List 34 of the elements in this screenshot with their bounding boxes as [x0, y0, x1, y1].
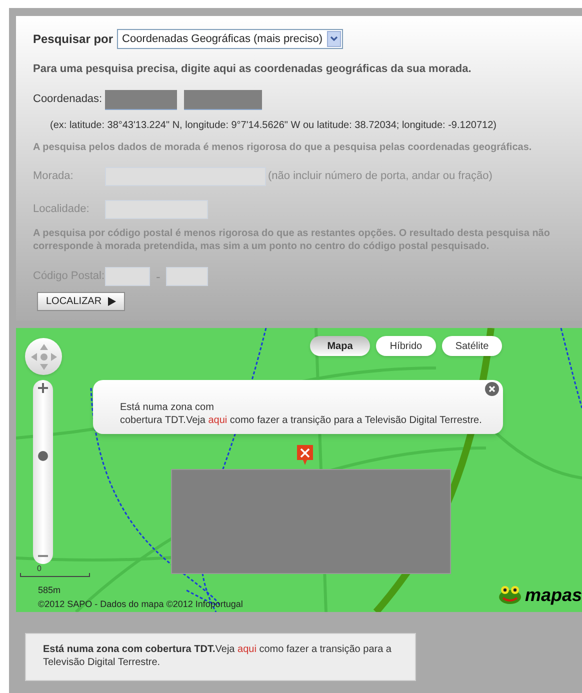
popup-close-icon[interactable]	[485, 382, 499, 396]
coordinates-example: (ex: latitude: 38°43'13.224" N, longitude: 9°7'14.5626" W ou latitude: 38.72034; longitude: -9.120712)	[50, 118, 498, 132]
location-marker-icon	[297, 445, 313, 465]
zoom-thumb[interactable]	[38, 450, 48, 461]
address-note: A pesquisa pelos dados de morada é menos rigorosa do que a pesquisa pelas coordenadas geográficas.	[33, 140, 533, 154]
popup-link[interactable]: aqui	[208, 415, 228, 426]
street-hint: (não incluir número de porta, andar ou fração)	[268, 168, 492, 184]
latitude-field[interactable]	[105, 90, 177, 110]
locality-label: Localidade:	[33, 202, 90, 217]
zoom-in-icon[interactable]	[38, 383, 48, 393]
search-by-label: Pesquisar por	[33, 31, 114, 48]
scale-zero: 0	[37, 563, 42, 575]
map-logo-text: mapas	[524, 586, 582, 604]
map-copyright: ©2012 SAPO - Dados do mapa ©2012 Infoportugal	[38, 598, 243, 611]
coverage-message: Está numa zona com cobertura TDT.Veja aqui como fazer a transição para a Televisão Digital Terrestre.	[43, 643, 392, 669]
dropdown-caret-icon	[326, 31, 341, 47]
map-type-button[interactable]: Satélite	[442, 336, 502, 356]
search-type-dropdown[interactable]: Coordenadas Geográficas (mais preciso)	[117, 29, 343, 49]
scale-distance: 585m	[38, 584, 61, 597]
map[interactable]: 0 585m ©2012 SAPO - Dados do mapa ©2012 Infoportugal Mapa Híbrido Satélite Está numa zona com cobertura TDT.Veja aqui como fazer a transição para a Televisão Digital Terrestre. mapas	[16, 328, 582, 612]
play-icon	[108, 297, 116, 306]
street-label: Morada:	[33, 168, 74, 184]
coverage-link[interactable]: aqui	[238, 644, 256, 655]
popup-message: Está numa zona com cobertura TDT.Veja aqui como fazer a transição para a Televisão Digital Terrestre.	[120, 401, 483, 427]
map-type-button[interactable]: Mapa	[310, 336, 370, 356]
longitude-field[interactable]	[184, 90, 262, 110]
coordinates-label: Coordenadas:	[33, 92, 104, 108]
postal-code-separator: -	[156, 268, 160, 286]
coordinates-intro: Para uma pesquisa precisa, digite aqui as coordenadas geográficas da sua morada.	[33, 62, 472, 77]
zoom-slider[interactable]	[33, 380, 53, 564]
frog-logo-icon	[498, 586, 522, 604]
map-type-button[interactable]: Híbrido	[376, 336, 436, 356]
locate-button[interactable]: LOCALIZAR	[37, 292, 125, 311]
scale-bar	[20, 573, 90, 577]
